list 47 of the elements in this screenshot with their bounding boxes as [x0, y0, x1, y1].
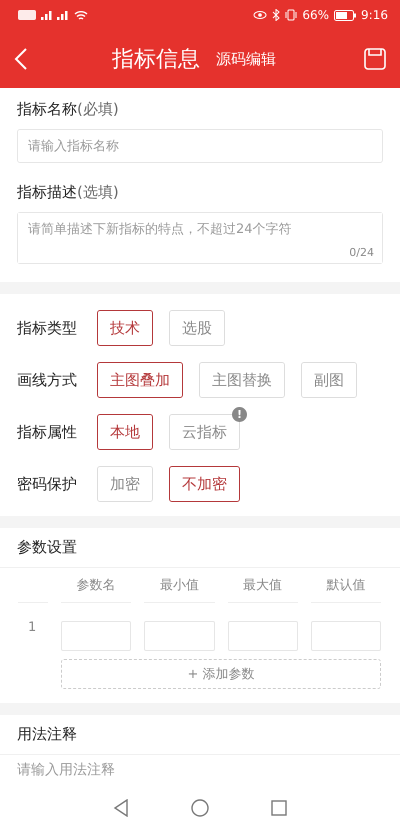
eye-icon [253, 10, 268, 20]
recents-nav-icon[interactable] [271, 800, 287, 816]
back-button[interactable] [14, 47, 28, 71]
back-nav-icon[interactable] [113, 799, 129, 817]
page-title: 指标信息 [112, 46, 200, 74]
battery-percentage: 66% [302, 8, 330, 22]
bluetooth-icon [272, 9, 280, 21]
column-header: 默认值 [310, 568, 381, 603]
option-chip[interactable]: 副图 [301, 362, 357, 398]
row-number: 1 [27, 620, 38, 634]
battery-icon [334, 10, 356, 20]
param-input-field[interactable] [61, 621, 132, 651]
home-nav-icon[interactable] [191, 799, 209, 817]
column-header: 参数名 [61, 568, 132, 603]
option-label: 密码保护 [17, 474, 78, 494]
clock-time: 9:16 [361, 8, 388, 22]
network-type-icon [18, 10, 36, 20]
signal-icon [41, 10, 69, 20]
param-input-field[interactable] [144, 621, 214, 651]
option-chip[interactable]: 主图叠加 [97, 362, 183, 398]
option-label: 指标属性 [17, 422, 78, 442]
param-input-field[interactable] [310, 621, 381, 651]
name-input-field[interactable]: 请输入指标名称 [17, 129, 383, 163]
info-badge: ! [232, 407, 247, 422]
field-label: 指标名称(必填) [17, 100, 120, 119]
column-header: 最大值 [228, 568, 298, 603]
option-chip[interactable]: 云指标 [169, 414, 240, 450]
column-header: 最小值 [144, 568, 214, 603]
source-edit-link[interactable]: 源码编辑 [216, 50, 276, 68]
option-chip[interactable]: 主图替换 [199, 362, 285, 398]
field-label: 指标描述(选填) [17, 183, 120, 202]
option-chip[interactable]: 技术 [97, 310, 153, 346]
add-parameter-button[interactable]: + 添加参数 [61, 659, 381, 689]
option-chip[interactable]: 不加密 [169, 466, 240, 502]
usage-input-field[interactable]: 请输入用法注释 [0, 755, 400, 785]
wifi-icon [74, 10, 88, 20]
option-label: 画线方式 [17, 370, 78, 390]
description-field[interactable]: 请简单描述下新指标的特点，不超过24个字符 0/24 [17, 212, 383, 264]
section-title: 用法注释 [0, 715, 400, 755]
vibrate-icon [285, 9, 298, 21]
save-icon[interactable] [364, 48, 386, 70]
option-chip[interactable]: 加密 [97, 466, 153, 502]
option-chip[interactable]: 选股 [169, 310, 225, 346]
option-label: 指标类型 [17, 318, 78, 338]
param-input-field[interactable] [228, 621, 298, 651]
character-counter: 0/24 [349, 246, 374, 259]
option-chip[interactable]: 本地 [97, 414, 153, 450]
